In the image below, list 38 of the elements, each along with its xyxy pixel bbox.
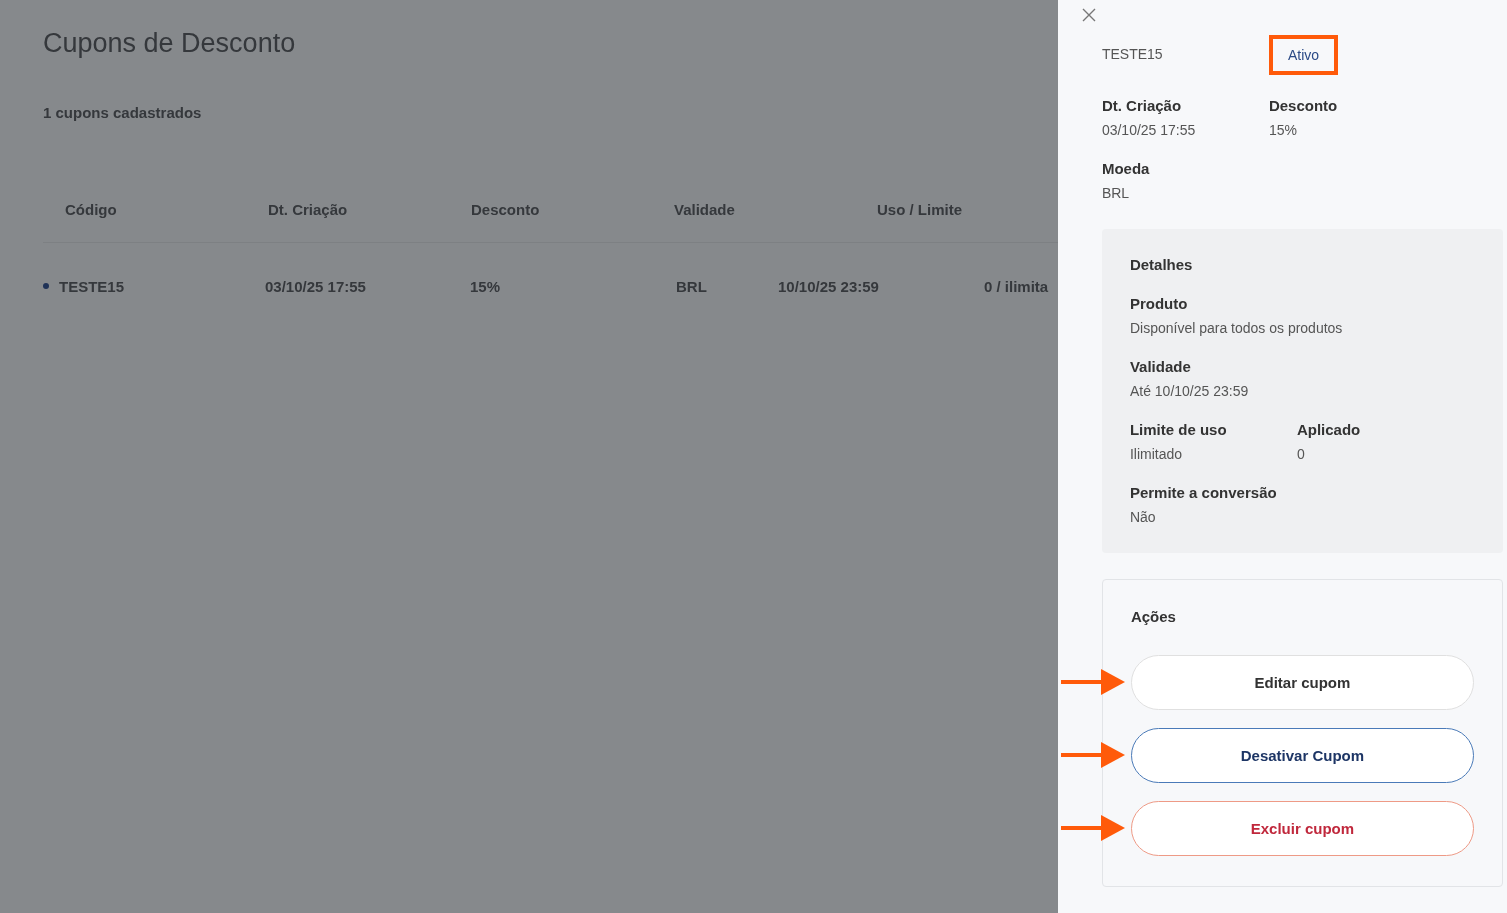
field-label: Moeda: [1101, 160, 1151, 177]
table-cell-text: 03/10/25 17:55: [265, 277, 367, 295]
column-header: Desconto: [471, 201, 541, 218]
action-button[interactable]: Desativar Cupom: [1130, 728, 1474, 783]
field-value: 15%: [1268, 122, 1298, 138]
card-title: Detalhes: [1129, 256, 1194, 273]
table-cell-text: 10/10/25 23:59: [778, 277, 880, 295]
field-label: Aplicado: [1296, 421, 1362, 438]
field-value: Até 10/10/25 23:59: [1129, 383, 1250, 399]
coupon-code: TESTE15: [1101, 45, 1164, 64]
action-button[interactable]: Editar cupom: [1130, 655, 1474, 710]
column-header: Uso / Limite: [877, 201, 963, 218]
field-value: 03/10/25 17:55: [1101, 122, 1197, 138]
table-cell-text: 15%: [470, 277, 502, 295]
card-title: Ações: [1130, 608, 1177, 625]
column-header: Código: [65, 201, 118, 218]
field-value: 0: [1296, 446, 1306, 462]
page-title: Cupons de Desconto: [43, 28, 297, 59]
field-value: Ilimitado: [1129, 446, 1184, 462]
field-label: Validade: [1129, 358, 1192, 375]
status-label: Ativo: [1268, 35, 1339, 75]
field-label: Permite a conversão: [1129, 484, 1278, 501]
field-label: Produto: [1129, 295, 1189, 312]
column-header: Validade: [674, 201, 736, 218]
action-button[interactable]: Excluir cupom: [1130, 801, 1474, 856]
status-dot: [43, 283, 49, 289]
column-header: Dt. Criação: [268, 201, 349, 218]
field-label: Desconto: [1268, 97, 1339, 114]
coupon-count: 1 cupons cadastrados: [43, 104, 203, 121]
field-value: BRL: [1101, 185, 1131, 201]
field-value: Não: [1129, 509, 1157, 525]
field-value: Disponível para todos os produtos: [1129, 320, 1344, 336]
field-label: Dt. Criação: [1101, 97, 1183, 114]
table-cell-text: TESTE15: [59, 277, 126, 295]
close-button[interactable]: [1081, 8, 1096, 22]
table-cell-text: BRL: [676, 277, 708, 295]
field-label: Limite de uso: [1129, 421, 1228, 438]
table-cell-text: 0 / ilimita: [984, 277, 1050, 295]
